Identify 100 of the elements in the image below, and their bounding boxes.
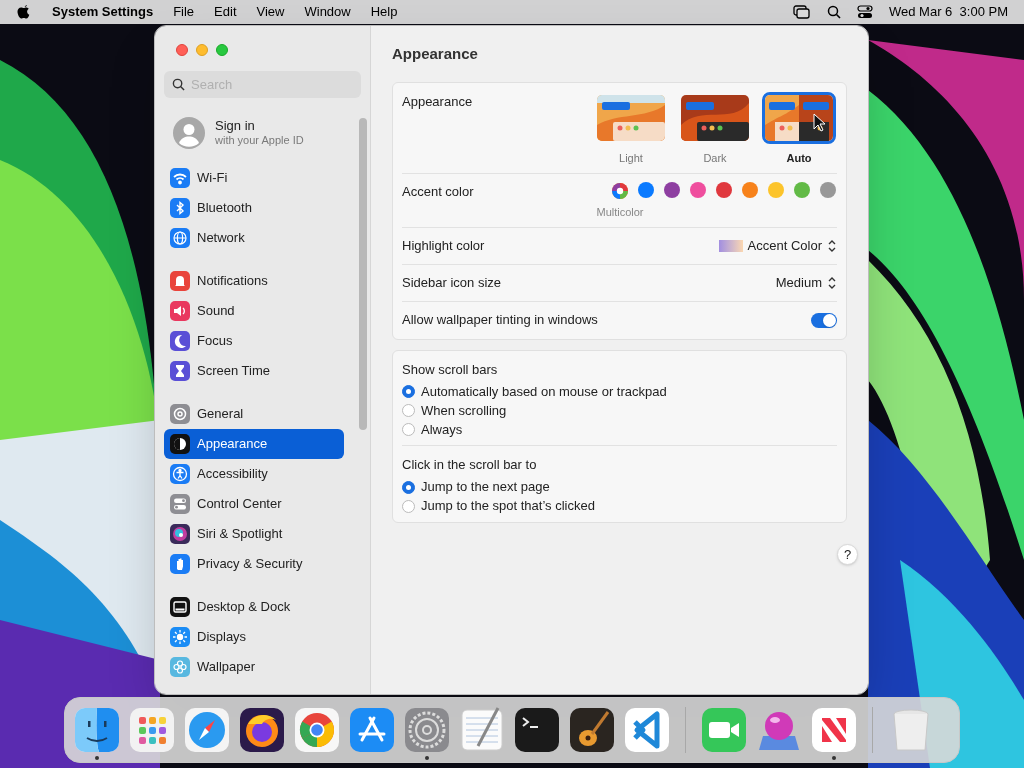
page-title: Appearance [392, 44, 479, 64]
appearance-option[interactable]: Light [594, 91, 668, 166]
menu-item[interactable]: Window [304, 2, 351, 22]
color-swatch[interactable] [742, 182, 758, 198]
globe-icon [170, 228, 190, 248]
sidebar-item[interactable]: Displays [164, 622, 344, 652]
sidebar-item[interactable]: Notifications [164, 266, 344, 296]
sidebar-item[interactable]: Screen Time [164, 356, 344, 386]
theme-preview-icon [597, 94, 665, 141]
swatch-caption: Multicolor [596, 205, 644, 220]
sidebar-item[interactable]: Network [164, 223, 344, 253]
radio-option[interactable]: When scrolling [402, 401, 837, 420]
icon-size-popup[interactable]: Medium [775, 272, 837, 293]
gradient-swatch [718, 239, 743, 252]
app-menu[interactable]: System Settings [52, 2, 154, 22]
sidebar-item[interactable]: Wallpaper [164, 652, 344, 682]
bell-icon [170, 271, 190, 291]
sidebar-item[interactable]: Wi-Fi [164, 163, 344, 193]
row-label: Sidebar icon size [402, 273, 501, 292]
account-item[interactable]: Sign in with your Apple ID [164, 111, 361, 155]
account-subtitle: with your Apple ID [215, 133, 304, 148]
sidebar-item[interactable]: Desktop & Dock [164, 592, 344, 622]
group-title: Click in the scroll bar to [402, 456, 538, 474]
radio-button[interactable] [402, 480, 415, 494]
color-swatch[interactable] [794, 182, 810, 198]
color-swatch[interactable] [820, 182, 836, 198]
stepper-icon [827, 275, 837, 290]
dock-icon [170, 597, 190, 617]
toggles-icon [170, 494, 190, 514]
sidebar-item[interactable]: Accessibility [164, 459, 344, 489]
stepper-icon [827, 238, 837, 253]
row-label: Accent color [402, 183, 474, 201]
radio-option[interactable]: Automatically based on mouse or trackpad [402, 382, 837, 401]
terminal-icon[interactable] [513, 706, 561, 754]
sidebar-item[interactable]: Control Center [164, 489, 344, 519]
pointer-icon [813, 113, 827, 133]
hourglass-icon [170, 361, 190, 381]
gear-icon [170, 404, 190, 424]
compass-icon[interactable] [183, 706, 231, 754]
color-swatch[interactable] [690, 182, 706, 198]
row-label: Highlight color [402, 236, 485, 255]
highlight-popup[interactable]: Accent Color [718, 235, 837, 256]
close-button[interactable] [176, 44, 188, 56]
theme-preview-icon [681, 94, 749, 141]
sidebar-item[interactable]: Appearance [164, 429, 344, 459]
account-title: Sign in [215, 118, 256, 133]
moon-icon [170, 331, 190, 351]
toggle-switch[interactable] [811, 312, 837, 328]
sidebar-item[interactable]: General [164, 399, 344, 429]
multicolor-swatch[interactable] [611, 182, 629, 200]
accessibility-icon [170, 464, 190, 484]
grid-icon[interactable] [128, 706, 176, 754]
color-swatch[interactable] [716, 182, 732, 198]
help-button[interactable]: ? [837, 543, 858, 565]
menu-item[interactable]: View [256, 2, 285, 22]
color-swatch[interactable] [768, 182, 784, 198]
menu-item[interactable]: File [173, 2, 195, 22]
row-label: Appearance [402, 92, 473, 111]
search-icon[interactable] [827, 5, 841, 19]
ribbon-icon[interactable] [623, 706, 671, 754]
sidebar-item[interactable]: Bluetooth [164, 193, 344, 223]
radio-button[interactable] [402, 404, 415, 417]
group-title: Show scroll bars [402, 360, 499, 379]
windows-icon[interactable] [793, 5, 811, 19]
contrast-icon [170, 434, 190, 454]
wifi-icon [170, 168, 190, 188]
gear-icon[interactable] [403, 706, 451, 754]
sidebar-item[interactable]: Privacy & Security [164, 549, 344, 579]
apple-icon[interactable] [16, 3, 32, 21]
face-icon[interactable] [73, 706, 121, 754]
sidebar-item[interactable]: Focus [164, 326, 344, 356]
color-swatch[interactable] [664, 182, 680, 198]
radio-button[interactable] [402, 385, 415, 398]
appearance-option[interactable]: Dark [678, 91, 752, 166]
row-label: Allow wallpaper tinting in windows [402, 311, 598, 330]
sun-icon [170, 627, 190, 647]
sidebar-item[interactable]: Siri & Spotlight [164, 519, 344, 549]
search-icon [172, 78, 185, 91]
toggles-icon[interactable] [857, 5, 873, 19]
menu-item[interactable]: Help [370, 2, 398, 22]
video-camera-icon[interactable] [700, 706, 748, 754]
radio-option[interactable]: Jump to the spot that’s clicked [402, 496, 837, 516]
bluetooth-icon [170, 198, 190, 218]
news-icon[interactable] [810, 706, 858, 754]
zoom-button[interactable] [216, 44, 228, 56]
scrollbar[interactable] [359, 118, 367, 430]
radio-option[interactable]: Always [402, 420, 837, 439]
flower-icon [170, 657, 190, 677]
radio-button[interactable] [402, 499, 415, 513]
speaker-icon [170, 301, 190, 321]
radio-option[interactable]: Jump to the next page [402, 477, 837, 497]
radio-button[interactable] [402, 423, 415, 436]
ring-icon[interactable] [293, 706, 341, 754]
sidebar-item[interactable]: Sound [164, 296, 344, 326]
avatar-icon [173, 117, 205, 149]
menu-item[interactable]: Edit [214, 2, 237, 22]
color-swatch[interactable] [638, 182, 654, 198]
guitar-icon[interactable] [568, 706, 616, 754]
clock[interactable]: Wed Mar 6 3:00 PM [889, 2, 1008, 22]
minimize-button[interactable] [196, 44, 208, 56]
